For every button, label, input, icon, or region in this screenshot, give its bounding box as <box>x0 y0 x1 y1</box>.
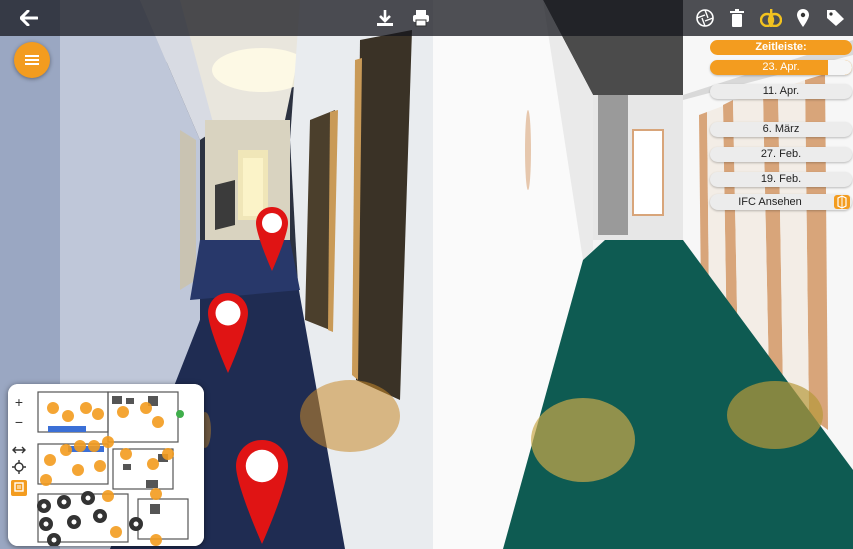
ifc-view-label: IFC Ansehen <box>738 196 802 208</box>
split-viewer: + − Zeitleiste: 23. Apr. 11. Apr. 6. Mär… <box>0 0 853 549</box>
floor-plan <box>8 384 204 546</box>
ifc-model-icon <box>834 195 850 209</box>
timeline-date-item[interactable]: 23. Apr. <box>710 60 852 75</box>
left-toolbar <box>0 0 433 36</box>
zoom-out-button[interactable]: − <box>11 414 27 430</box>
timeline-slider-track <box>828 60 852 75</box>
hamburger-menu-icon[interactable] <box>14 42 50 78</box>
location-pin-marker[interactable] <box>236 440 288 549</box>
timeline-date-item[interactable]: 19. Feb. <box>710 172 852 187</box>
timeline-date-item[interactable]: 27. Feb. <box>710 147 852 162</box>
crosshair-icon[interactable] <box>11 460 27 476</box>
photo-panorama-view[interactable]: + − <box>0 0 433 549</box>
aperture-icon[interactable] <box>695 8 715 28</box>
tags-icon[interactable] <box>825 8 847 28</box>
bim-model-view[interactable]: Zeitleiste: 23. Apr. 11. Apr. 6. März 27… <box>433 0 853 549</box>
right-toolbar <box>433 0 853 36</box>
location-pin-marker[interactable] <box>208 293 248 378</box>
timeline-date-label: 6. März <box>762 123 800 135</box>
timeline-date-item[interactable]: 6. März <box>710 122 852 137</box>
timeline-title: Zeitleiste: <box>710 40 852 55</box>
floor-plan-minimap[interactable]: + − <box>8 384 204 546</box>
trash-icon[interactable] <box>727 8 747 28</box>
layers-icon[interactable] <box>11 480 27 496</box>
horizontal-arrows-icon[interactable] <box>11 442 27 458</box>
location-pin-marker[interactable] <box>256 207 288 276</box>
zoom-in-button[interactable]: + <box>11 394 27 410</box>
minimap-controls: + − <box>8 384 30 546</box>
location-pin-icon[interactable] <box>793 8 813 28</box>
timeline-date-label: 27. Feb. <box>760 148 802 160</box>
timeline-date-label: 23. Apr. <box>762 61 800 73</box>
timeline-date-label: 19. Feb. <box>760 173 802 185</box>
timeline-date-item[interactable]: 11. Apr. <box>710 84 852 99</box>
printer-icon[interactable] <box>410 8 432 28</box>
download-icon[interactable] <box>374 8 396 28</box>
compare-icon[interactable] <box>759 8 783 28</box>
corridor-model <box>433 0 853 549</box>
ifc-view-button[interactable]: IFC Ansehen <box>710 194 852 210</box>
timeline-date-label: 11. Apr. <box>762 85 800 97</box>
arrow-left-icon[interactable] <box>18 8 40 28</box>
